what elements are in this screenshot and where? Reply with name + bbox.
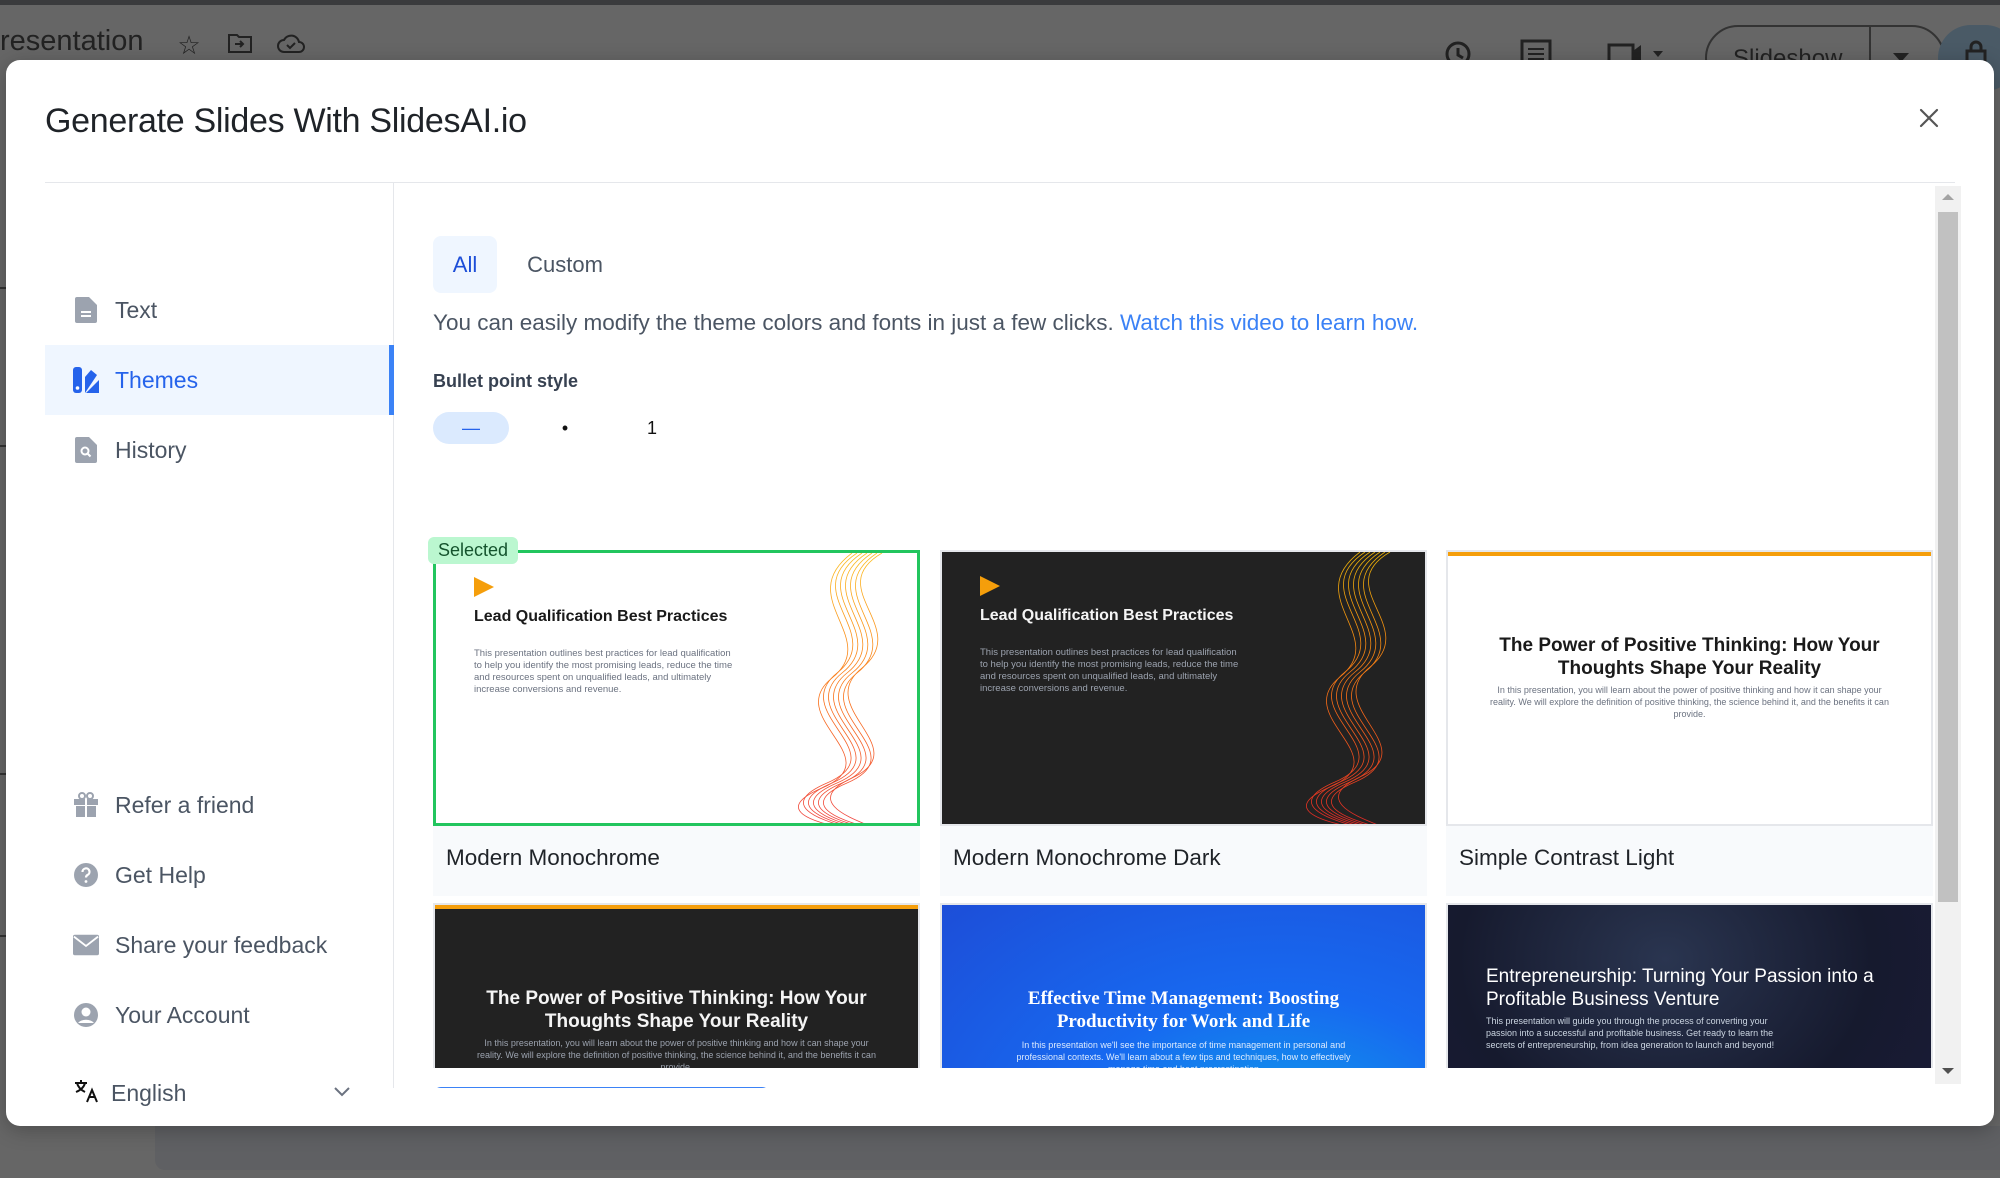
theme-card-footer: Modern Monochrome [433, 826, 920, 896]
wave-decoration [798, 553, 883, 823]
document-title[interactable]: resentation [0, 25, 144, 58]
save-and-back-button[interactable]: ← Save & Go back to Editor [433, 1087, 770, 1088]
preview-title: The Power of Positive Thinking: How Your… [486, 988, 867, 1032]
close-icon [1919, 108, 1939, 128]
bullet-option-dash[interactable]: — [433, 412, 509, 444]
bullet-option-dot[interactable]: • [545, 412, 585, 444]
preview-body: In this presentation, you will learn abo… [1490, 685, 1889, 719]
theme-card-footer: Modern Monochrome Dark [940, 826, 1427, 896]
preview-title: Lead Qualification Best Practices [474, 608, 728, 625]
theme-name: Modern Monochrome [446, 845, 660, 870]
preview-body: This presentation will guide you through… [1486, 1016, 1775, 1050]
theme-description: You can easily modify the theme colors a… [433, 310, 1418, 336]
sidebar-item-themes[interactable]: Themes [45, 345, 394, 415]
preview-title: Effective Time Management: Boosting Prod… [1027, 988, 1340, 1032]
theme-preview: Entrepreneurship: Turning Your Passion i… [1446, 903, 1933, 1088]
themes-panel: All Custom You can easily modify the the… [395, 183, 1935, 1088]
chevron-down-icon [331, 1080, 353, 1102]
theme-preview: The Power of Positive Thinking: How Your… [433, 903, 920, 1088]
help-circle-icon [73, 862, 99, 888]
play-logo-icon [474, 577, 494, 597]
sidebar-item-label: Share your feedback [115, 931, 328, 958]
modal-title: Generate Slides With SlidesAI.io [45, 102, 527, 140]
sidebar-item-label: Themes [115, 366, 199, 393]
slide-preview: Effective Time Management: Boosting Prod… [942, 905, 1425, 1088]
slide-preview: The Power of Positive Thinking: How Your… [1448, 552, 1931, 824]
preview-title: Lead Qualification Best Practices [980, 607, 1234, 624]
star-icon[interactable]: ☆ [174, 31, 204, 59]
description-text: You can easily modify the theme colors a… [433, 310, 1114, 335]
preview-title: Entrepreneurship: Turning Your Passion i… [1486, 966, 1874, 1010]
tab-custom[interactable]: Custom [511, 236, 619, 293]
bullet-style-label: Bullet point style [433, 371, 579, 391]
user-circle-icon [73, 1002, 99, 1028]
sidebar-item-label: History [115, 436, 187, 463]
sidebar: Text Themes History Refer a friend Get H… [45, 183, 394, 1106]
preview-title: The Power of Positive Thinking: How Your… [1499, 635, 1880, 679]
tab-all[interactable]: All [433, 236, 497, 293]
sidebar-item-text[interactable]: Text [45, 275, 394, 345]
theme-name: Simple Contrast Light [1459, 845, 1675, 870]
swatch-icon [73, 367, 99, 393]
sidebar-item-label: Refer a friend [115, 791, 255, 818]
content-bottom-mask [395, 1068, 1935, 1088]
sidebar-item-refer[interactable]: Refer a friend [45, 770, 394, 840]
slide-preview: The Power of Positive Thinking: How Your… [435, 905, 918, 1088]
theme-preview: Lead Qualification Best Practices This p… [433, 550, 920, 826]
scrollbar-thumb[interactable] [1938, 212, 1958, 902]
sidebar-item-label: Get Help [115, 861, 206, 888]
slide-preview: Lead Qualification Best Practices This p… [942, 552, 1425, 824]
gift-icon [73, 792, 99, 818]
sidebar-item-label: Text [115, 296, 158, 323]
theme-card-footer: Simple Contrast Light [1446, 826, 1933, 896]
language-selector[interactable]: English [45, 1068, 394, 1118]
theme-preview: The Power of Positive Thinking: How Your… [1446, 550, 1933, 826]
play-logo-icon [980, 576, 1000, 596]
content-scrollbar[interactable] [1935, 186, 1961, 1084]
theme-name: Modern Monochrome Dark [953, 845, 1221, 870]
slide-preview: Lead Qualification Best Practices This p… [436, 553, 917, 823]
slide-preview: Entrepreneurship: Turning Your Passion i… [1448, 905, 1931, 1088]
theme-preview: Lead Qualification Best Practices This p… [940, 550, 1427, 826]
watch-video-link[interactable]: Watch this video to learn how. [1120, 310, 1418, 335]
sidebar-item-history[interactable]: History [45, 415, 394, 485]
preview-body: This presentation outlines best practice… [474, 648, 733, 695]
mail-icon [73, 932, 99, 958]
translate-icon [73, 1078, 99, 1111]
background-slide-panel [155, 1126, 2000, 1170]
sidebar-item-label: Your Account [115, 1001, 250, 1028]
language-label: English [111, 1080, 187, 1106]
sidebar-item-feedback[interactable]: Share your feedback [45, 910, 394, 980]
slidesai-modal: Generate Slides With SlidesAI.io Text Th… [6, 60, 1994, 1126]
bullet-option-number[interactable]: 1 [632, 412, 672, 444]
close-button[interactable] [1911, 100, 1947, 136]
theme-preview: Effective Time Management: Boosting Prod… [940, 903, 1427, 1088]
wave-decoration [1306, 552, 1391, 824]
search-document-icon [73, 437, 99, 463]
scroll-up-arrow-icon[interactable] [1942, 194, 1954, 200]
sidebar-item-account[interactable]: Your Account [45, 980, 394, 1050]
selected-badge: Selected [428, 537, 519, 564]
cloud-saved-icon[interactable] [276, 31, 306, 59]
scroll-down-arrow-icon[interactable] [1942, 1068, 1954, 1074]
preview-body: This presentation outlines best practice… [980, 647, 1239, 694]
move-to-folder-icon[interactable] [225, 31, 255, 59]
document-icon [73, 297, 99, 323]
sidebar-item-help[interactable]: Get Help [45, 840, 394, 910]
